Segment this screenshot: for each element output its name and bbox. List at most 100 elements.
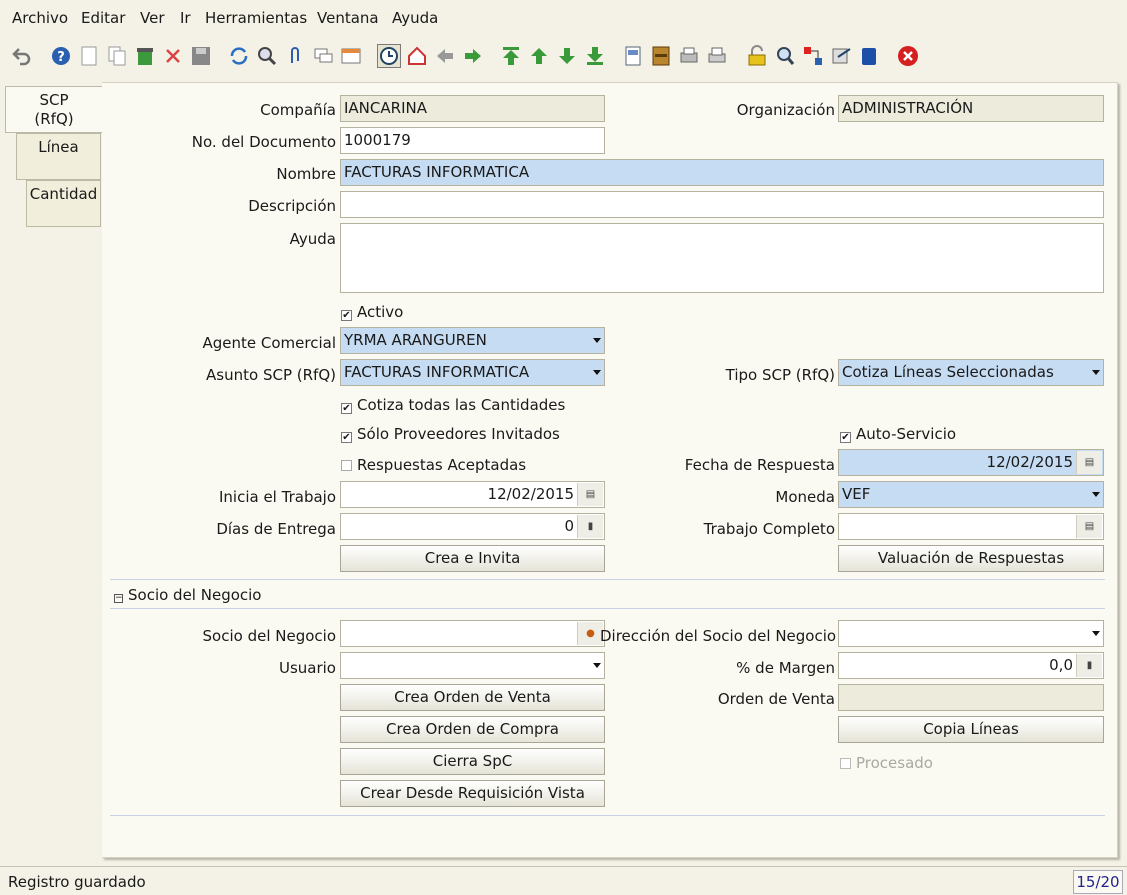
delivery-days-field[interactable]: 0 ▮ <box>340 513 605 540</box>
docno-label: No. del Documento <box>191 133 336 151</box>
work-start-field[interactable]: 12/02/2015 ▤ <box>340 481 605 508</box>
recycle-icon[interactable] <box>133 44 157 68</box>
home-icon[interactable] <box>405 44 429 68</box>
first-record-icon[interactable] <box>499 44 523 68</box>
calendar-icon[interactable]: ▤ <box>577 483 603 506</box>
active-check-box[interactable]: ✔ <box>341 310 352 321</box>
response-date-field[interactable]: 12/02/2015 ▤ <box>838 449 1104 476</box>
status-message: Registro guardado <box>8 873 146 891</box>
create-invite-button[interactable]: Crea e Invita <box>340 545 605 572</box>
self-service-checkbox[interactable]: ✔ Auto-Servicio <box>840 425 956 443</box>
description-field[interactable] <box>340 191 1104 218</box>
margin-value: 0,0 <box>1049 656 1073 674</box>
chevron-down-icon[interactable] <box>590 653 604 678</box>
tab-scp-rfq[interactable]: SCP (RfQ) <box>5 86 102 133</box>
currency-combo[interactable]: VEF <box>838 481 1104 508</box>
chevron-down-icon[interactable] <box>590 360 604 385</box>
workflow-icon[interactable] <box>801 44 825 68</box>
user-combo[interactable] <box>340 652 605 679</box>
history-icon[interactable] <box>377 44 401 68</box>
chevron-down-icon[interactable] <box>1089 482 1103 507</box>
grid-toggle-icon[interactable] <box>339 44 363 68</box>
responses-accepted-check-box[interactable] <box>341 460 352 471</box>
invited-only-checkbox[interactable]: ✔ Sólo Proveedores Invitados <box>341 425 560 443</box>
delete-icon[interactable] <box>161 44 185 68</box>
self-service-check-box[interactable]: ✔ <box>840 432 851 443</box>
work-complete-label: Trabajo Completo <box>703 520 835 538</box>
bplocation-label: Dirección del Socio del Negocio <box>600 627 837 645</box>
help-textarea[interactable] <box>340 223 1104 293</box>
close-window-icon[interactable] <box>896 44 920 68</box>
help-icon[interactable]: ? <box>49 44 73 68</box>
undo-icon[interactable] <box>10 44 34 68</box>
product-info-icon[interactable] <box>857 44 881 68</box>
quote-all-check-box[interactable]: ✔ <box>341 403 352 414</box>
calculator-icon[interactable]: ▮ <box>1076 654 1102 677</box>
copy-lines-button[interactable]: Copia Líneas <box>838 716 1104 743</box>
quote-all-checkbox[interactable]: ✔ Cotiza todas las Cantidades <box>341 396 565 414</box>
rank-responses-button[interactable]: Valuación de Respuestas <box>838 545 1104 572</box>
tab-cantidad[interactable]: Cantidad <box>26 180 101 227</box>
last-record-icon[interactable] <box>583 44 607 68</box>
attachment-icon[interactable] <box>283 44 307 68</box>
bpartner-field[interactable]: ● <box>340 620 605 647</box>
menu-archivo[interactable]: Archivo <box>12 9 68 27</box>
save-icon[interactable] <box>189 44 213 68</box>
business-partner-section-header[interactable]: − Socio del Negocio <box>114 586 261 604</box>
calculator-icon[interactable]: ▮ <box>577 515 603 538</box>
menu-bar: Archivo Editar Ver Ir Herramientas Venta… <box>0 0 1127 36</box>
margin-field[interactable]: 0,0 ▮ <box>838 652 1104 679</box>
archive-icon[interactable] <box>649 44 673 68</box>
forward-arrow-icon[interactable] <box>461 44 485 68</box>
tab-linea[interactable]: Línea <box>16 133 101 180</box>
calendar-icon[interactable]: ▤ <box>1076 451 1102 474</box>
next-record-icon[interactable] <box>555 44 579 68</box>
menu-ventana[interactable]: Ventana <box>317 9 379 27</box>
rfq-type-combo[interactable]: Cotiza Líneas Seleccionadas <box>838 359 1104 386</box>
record-count[interactable]: 15/20 <box>1073 870 1123 894</box>
docno-field[interactable]: 1000179 <box>340 127 605 154</box>
work-complete-field[interactable]: ▤ <box>838 513 1104 540</box>
responses-accepted-checkbox[interactable]: Respuestas Aceptadas <box>341 456 526 474</box>
chevron-down-icon[interactable] <box>1089 621 1103 646</box>
create-from-requisition-button[interactable]: Crear Desde Requisición Vista <box>340 780 605 807</box>
create-sales-order-button[interactable]: Crea Orden de Venta <box>340 684 605 711</box>
sales-order-field[interactable] <box>838 684 1104 711</box>
active-checkbox[interactable]: ✔ Activo <box>341 303 403 321</box>
bplocation-combo[interactable] <box>838 620 1104 647</box>
menu-herramientas[interactable]: Herramientas <box>205 9 307 27</box>
invited-only-check-box[interactable]: ✔ <box>341 432 352 443</box>
menu-ayuda[interactable]: Ayuda <box>392 9 438 27</box>
chat-icon[interactable] <box>311 44 335 68</box>
name-field[interactable]: FACTURAS INFORMATICA <box>340 159 1104 186</box>
calendar-icon[interactable]: ▤ <box>1076 515 1102 538</box>
topic-combo[interactable]: FACTURAS INFORMATICA <box>340 359 605 386</box>
collapse-icon[interactable]: − <box>114 594 123 603</box>
report-icon[interactable] <box>621 44 645 68</box>
print-preview-icon[interactable] <box>677 44 701 68</box>
print-icon[interactable] <box>705 44 729 68</box>
previous-record-icon[interactable] <box>527 44 551 68</box>
lock-icon[interactable] <box>745 44 769 68</box>
bpartner-label: Socio del Negocio <box>202 627 336 645</box>
refresh-icon[interactable] <box>227 44 251 68</box>
menu-ir[interactable]: Ir <box>180 9 191 27</box>
organization-field[interactable]: ADMINISTRACIÓN <box>838 95 1104 122</box>
zoom-across-icon[interactable] <box>773 44 797 68</box>
chevron-down-icon[interactable] <box>590 328 604 353</box>
back-arrow-icon[interactable] <box>433 44 457 68</box>
close-rfq-button[interactable]: Cierra SpC <box>340 748 605 775</box>
request-icon[interactable] <box>829 44 853 68</box>
search-icon[interactable] <box>255 44 279 68</box>
copy-record-icon[interactable] <box>105 44 129 68</box>
section-divider-bottom <box>110 608 1105 609</box>
quote-all-label: Cotiza todas las Cantidades <box>357 396 566 414</box>
work-start-label: Inicia el Trabajo <box>218 488 336 506</box>
chevron-down-icon[interactable] <box>1089 360 1103 385</box>
menu-editar[interactable]: Editar <box>81 9 125 27</box>
salesrep-combo[interactable]: YRMA ARANGUREN <box>340 327 605 354</box>
menu-ver[interactable]: Ver <box>140 9 165 27</box>
company-field[interactable]: IANCARINA <box>340 95 605 122</box>
new-record-icon[interactable] <box>77 44 101 68</box>
create-purchase-order-button[interactable]: Crea Orden de Compra <box>340 716 605 743</box>
